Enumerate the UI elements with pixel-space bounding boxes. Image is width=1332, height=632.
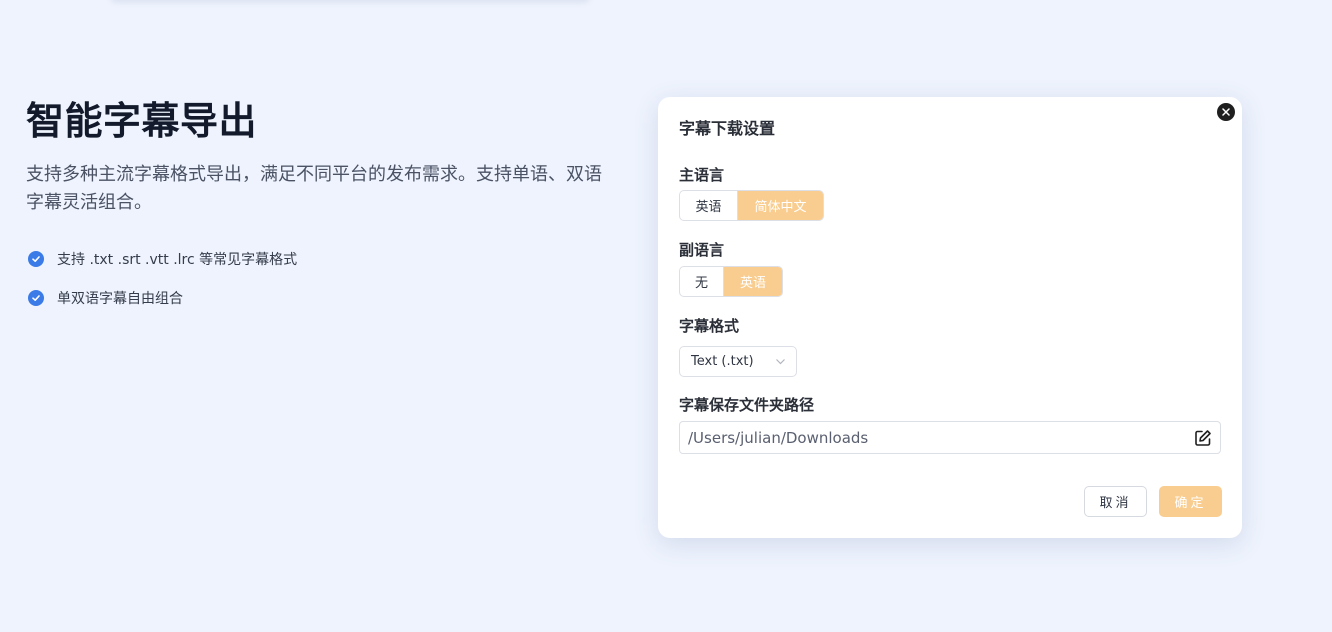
feature-text: 支持 .txt .srt .vtt .lrc 等常见字幕格式 <box>57 251 298 268</box>
page-title: 智能字幕导出 <box>26 99 258 143</box>
feature-description: 支持多种主流字幕格式导出，满足不同平台的发布需求。支持单语、双语字幕灵活组合。 <box>26 164 602 213</box>
close-icon <box>1222 108 1230 116</box>
subtitle-format-select[interactable]: Text (.txt) <box>679 346 797 377</box>
secondary-language-label: 副语言 <box>679 241 725 259</box>
confirm-button[interactable]: 确定 <box>1159 486 1222 517</box>
primary-language-label: 主语言 <box>679 166 725 184</box>
list-item: 支持 .txt .srt .vtt .lrc 等常见字幕格式 <box>28 247 616 270</box>
primary-language-toggle: 英语 简体中文 <box>679 190 824 221</box>
page: 智能字幕导出 支持多种主流字幕格式导出，满足不同平台的发布需求。支持单语、双语字… <box>0 0 1332 632</box>
check-circle-icon <box>28 289 44 306</box>
list-item: 单双语字幕自由组合 <box>28 286 616 309</box>
primary-language-option-english[interactable]: 英语 <box>680 191 738 220</box>
save-path-label: 字幕保存文件夹路径 <box>679 396 815 414</box>
subtitle-download-dialog: 字幕下载设置 主语言 英语 简体中文 副语言 无 英语 字幕格式 Text (.… <box>658 97 1242 538</box>
secondary-language-option-english[interactable]: 英语 <box>724 267 782 296</box>
check-circle-icon <box>28 250 44 267</box>
cancel-button[interactable]: 取消 <box>1084 486 1147 517</box>
dialog-title: 字幕下载设置 <box>679 119 776 138</box>
primary-language-option-chinese[interactable]: 简体中文 <box>738 191 823 220</box>
feature-list: 支持 .txt .srt .vtt .lrc 等常见字幕格式 单双语字幕自由组合 <box>28 247 616 309</box>
secondary-language-toggle: 无 英语 <box>679 266 783 297</box>
subtitle-format-value: Text (.txt) <box>691 354 754 369</box>
chevron-down-icon <box>776 359 785 365</box>
save-path-input[interactable]: /Users/julian/Downloads <box>679 421 1221 454</box>
secondary-language-option-none[interactable]: 无 <box>680 267 724 296</box>
subtitle-format-label: 字幕格式 <box>679 317 740 335</box>
edit-icon[interactable] <box>1194 429 1212 447</box>
feature-text: 单双语字幕自由组合 <box>57 290 183 307</box>
feature-section: 智能字幕导出 支持多种主流字幕格式导出，满足不同平台的发布需求。支持单语、双语字… <box>26 96 616 325</box>
save-path-value: /Users/julian/Downloads <box>688 428 869 447</box>
close-button[interactable] <box>1217 103 1235 121</box>
